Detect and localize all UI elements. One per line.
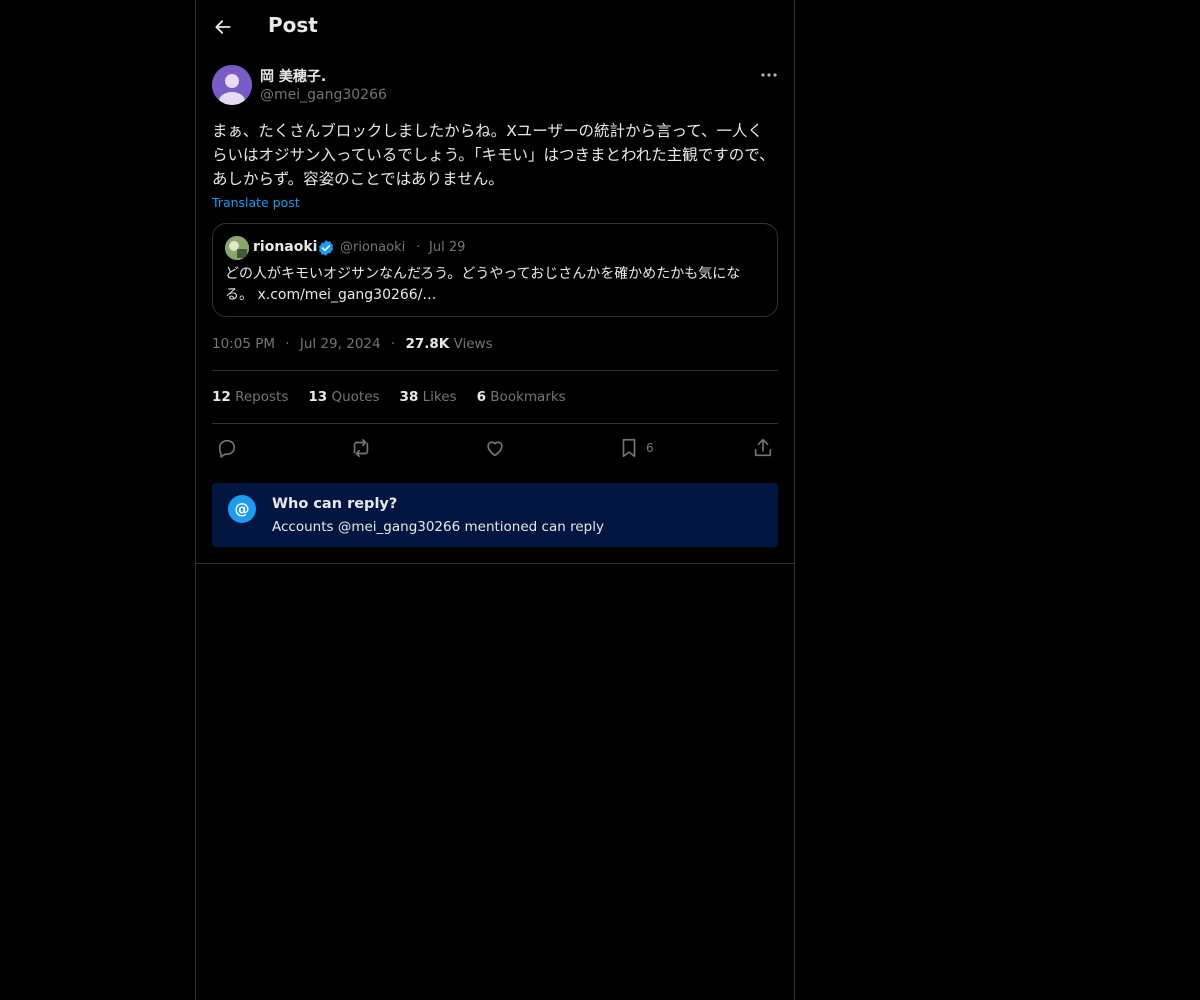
reposts-stat[interactable]: 12 Reposts [212, 389, 288, 405]
avatar-person-icon [212, 65, 252, 105]
quotes-count: 13 [308, 389, 328, 405]
post-date[interactable]: Jul 29, 2024 [300, 336, 381, 352]
reposts-label: Reposts [235, 389, 289, 405]
divider [212, 423, 778, 424]
quote-separator: · [416, 240, 421, 255]
quote-date: Jul 29 [429, 240, 466, 255]
quote-link[interactable]: x.com/mei_gang30266/… [257, 287, 436, 303]
translate-post-link[interactable]: Translate post [212, 195, 300, 210]
like-icon [487, 441, 503, 457]
bookmark-button[interactable]: 6 [618, 436, 654, 460]
quote-avatar-image-icon [225, 236, 249, 260]
main-column: Post 岡 美穂子. @mei_gang30266 まぁ、たくさんブロックしま… [195, 0, 795, 1000]
verified-badge-icon [318, 240, 334, 256]
more-options-button[interactable] [758, 66, 780, 84]
quoted-post[interactable]: rionaoki @rionaoki · Jul 29 どの人がキモいオジサンな… [212, 223, 778, 317]
bookmark-count: 6 [646, 441, 654, 455]
reposts-count: 12 [212, 389, 231, 405]
quote-author-avatar [225, 236, 249, 260]
reply-restriction-subtitle: Accounts @mei_gang30266 mentioned can re… [272, 519, 604, 535]
page-header: Post [196, 0, 794, 54]
divider [212, 370, 778, 371]
bookmarks-stat[interactable]: 6 Bookmarks [477, 389, 566, 405]
quote-author-name: rionaoki [253, 239, 318, 255]
bookmarks-count: 6 [476, 389, 486, 405]
author-avatar[interactable] [212, 65, 252, 105]
bookmarks-label: Bookmarks [490, 389, 566, 405]
views-label: Views [453, 336, 493, 352]
share-icon [754, 438, 772, 457]
quotes-stat[interactable]: 13 Quotes [308, 389, 379, 405]
meta-separator: · [285, 336, 290, 352]
engagement-stats: 12 Reposts 13 Quotes 38 Likes 6 Bookmark… [212, 389, 566, 405]
repost-button[interactable] [350, 436, 372, 460]
reply-restriction-title: Who can reply? [272, 496, 398, 512]
post-text: まぁ、たくさんブロックしましたからね。Xユーザーの統計から言って、一人くらいはオ… [212, 122, 775, 188]
quotes-label: Quotes [331, 389, 380, 405]
likes-label: Likes [422, 389, 457, 405]
back-button[interactable] [206, 10, 240, 44]
more-dots-icon [761, 73, 777, 77]
repost-icon [353, 438, 369, 458]
like-button[interactable] [484, 436, 506, 460]
post-time[interactable]: 10:05 PM [212, 336, 275, 352]
page-title: Post [268, 13, 318, 37]
back-arrow-icon [215, 20, 231, 34]
quote-author-handle: @rionaoki [340, 240, 406, 255]
likes-count: 38 [399, 389, 419, 405]
at-mention-icon: @ [228, 495, 256, 523]
likes-stat[interactable]: 38 Likes [400, 389, 457, 405]
reply-icon [218, 439, 236, 458]
quote-text: どの人がキモいオジサンなんだろう。どうやっておじさんかを確かめたかも気になる。 … [225, 264, 767, 306]
post-meta: 10:05 PM · Jul 29, 2024 · 27.8K Views [212, 336, 493, 352]
meta-separator: · [390, 336, 396, 352]
reply-button[interactable] [216, 436, 238, 460]
author-name[interactable]: 岡 美穂子. [260, 66, 326, 86]
views-count: 27.8K [405, 336, 450, 352]
bookmark-icon [622, 438, 636, 458]
thread-end-divider [196, 563, 794, 564]
reply-restriction-notice: @ Who can reply? Accounts @mei_gang30266… [212, 483, 778, 547]
author-handle[interactable]: @mei_gang30266 [260, 87, 387, 103]
share-button[interactable] [752, 436, 774, 460]
